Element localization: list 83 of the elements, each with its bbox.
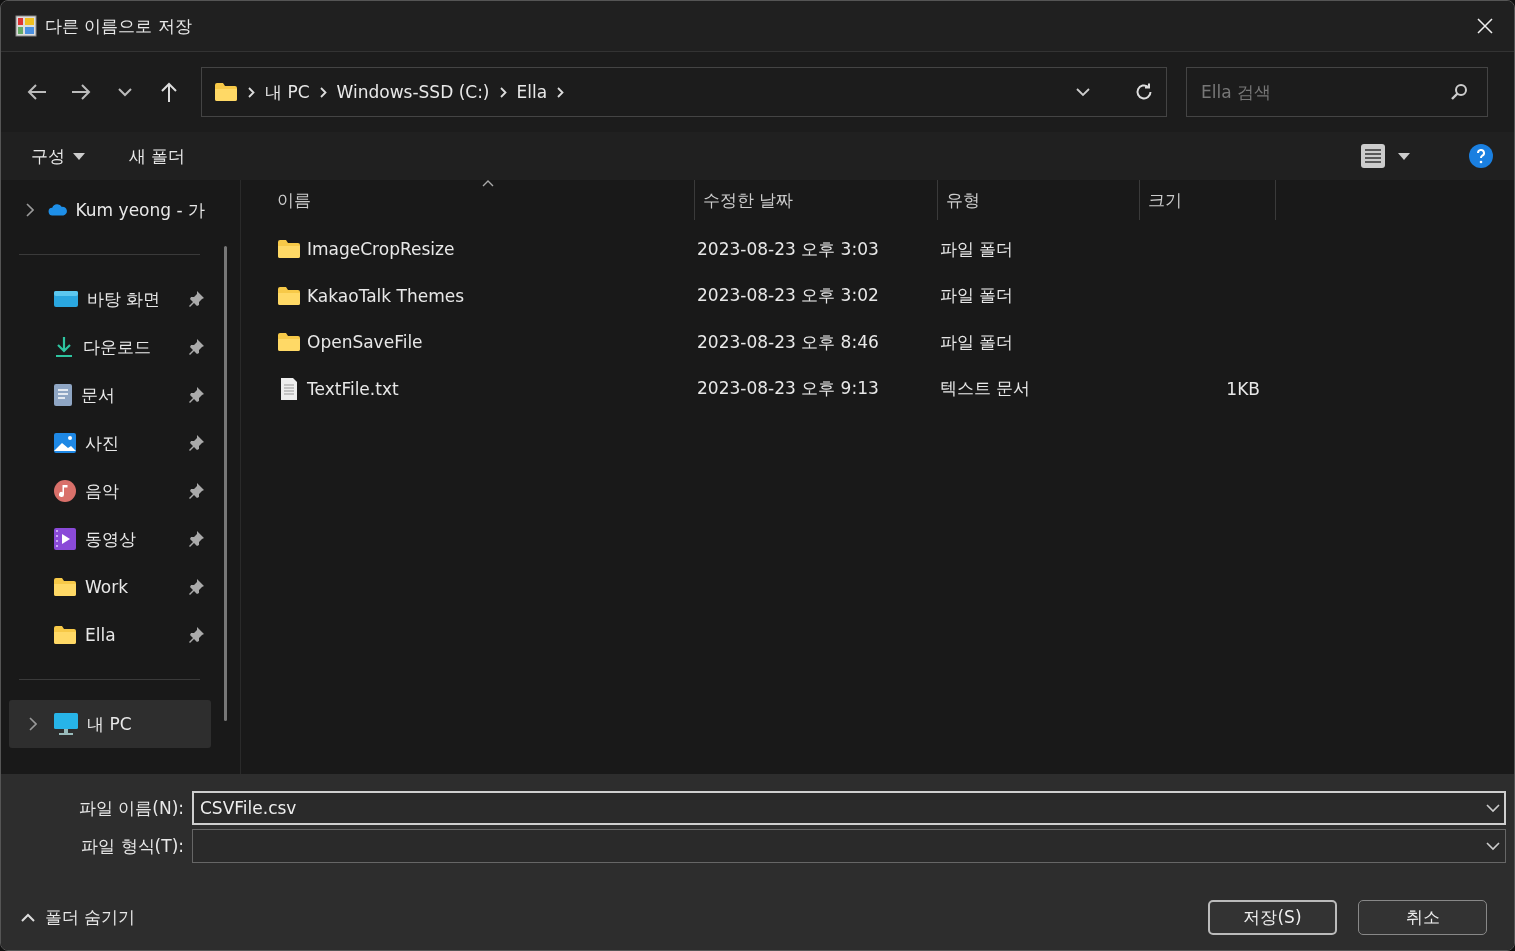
sidebar-item[interactable]: 문서 [9,371,211,419]
folder-icon [53,625,77,645]
file-name: KakaoTalk Themes [307,285,465,306]
file-name: TextFile.txt [307,378,399,399]
save-button[interactable]: 저장(S) [1208,900,1337,935]
table-cell: 파일 폴더 [940,237,1014,261]
column-header[interactable]: 유형 [938,180,1140,220]
table-cell: 텍스트 문서 [940,377,1031,401]
search-icon [1450,83,1468,101]
folder-icon [277,332,301,353]
collapse-icon [21,913,35,922]
table-cell: 1KB [1226,378,1260,399]
table-cell: 파일 폴더 [940,330,1014,354]
caret-icon [73,152,85,160]
video-icon [53,527,77,551]
desktop-icon [53,289,79,309]
folder-icon [53,577,77,597]
dropdown-icon[interactable] [1486,804,1500,813]
music-icon [53,479,77,503]
table-cell: 2023-08-23 오후 3:03 [697,237,879,261]
chevron-icon [557,86,565,98]
new-folder-button[interactable]: 새 폴더 [129,144,186,168]
column-header[interactable]: 이름 [269,180,695,220]
pin-icon[interactable] [187,626,205,644]
table-cell: 2023-08-23 오후 8:46 [697,330,879,354]
pin-icon[interactable] [187,386,205,404]
pin-icon[interactable] [187,482,205,500]
field-label: 파일 이름(N): [77,796,184,820]
pin-icon[interactable] [187,338,205,356]
table-cell: 파일 폴더 [940,284,1014,308]
window-title: 다른 이름으로 저장 [45,14,193,38]
file-name-field[interactable]: CSVFile.csv [192,791,1506,825]
table-cell: 2023-08-23 오후 9:13 [697,377,879,401]
organize-menu[interactable]: 구성 [31,144,85,168]
forward-arrow-icon [70,83,92,101]
address-bar[interactable]: 내 PC Windows-SSD (C:) Ella [201,67,1167,117]
breadcrumb-item[interactable]: Ella [516,82,548,102]
sidebar-item[interactable]: 다운로드 [9,323,211,371]
file-name: OpenSaveFile [307,332,423,353]
chevron-icon [499,86,507,98]
search-field[interactable]: Ella 검색 [1186,67,1488,117]
up-arrow-icon [159,81,179,103]
app-icon [15,15,37,37]
column-header[interactable]: 수정한 날짜 [695,180,938,220]
field-label: 파일 형식(T): [80,834,184,858]
close-icon [1476,17,1494,35]
picture-icon [53,432,77,454]
back-arrow-icon [26,83,48,101]
pin-icon[interactable] [187,290,205,308]
pin-icon[interactable] [187,434,205,452]
column-header[interactable]: 크기 [1140,180,1276,220]
pin-icon[interactable] [187,578,205,596]
chevron-icon [319,86,327,98]
chevron-icon [248,86,255,98]
sidebar-item[interactable]: 내 PC [9,700,211,748]
breadcrumb-item[interactable]: 내 PC [265,80,310,104]
sidebar-item[interactable]: 동영상 [9,515,211,563]
sidebar-item[interactable]: 사진 [9,419,211,467]
expand-icon[interactable] [26,203,35,217]
download-icon [53,335,75,359]
refresh-icon[interactable] [1134,82,1154,102]
folder-icon [214,82,238,102]
sidebar-item[interactable]: Work [9,563,211,611]
folder-icon [277,239,301,260]
cloud-icon [47,202,68,218]
hide-folders-button[interactable]: 폴더 숨기기 [21,906,136,929]
computer-icon [53,712,79,736]
breadcrumb-item[interactable]: Windows-SSD (C:) [336,82,490,102]
folder-icon [277,285,301,306]
table-cell: 2023-08-23 오후 3:02 [697,284,879,308]
expand-icon[interactable] [29,717,37,731]
sidebar-item[interactable]: 음악 [9,467,211,515]
sidebar-item[interactable]: Kum yeong - 가 [9,186,211,234]
dropdown-icon[interactable] [1076,87,1090,97]
help-icon[interactable] [1468,143,1494,169]
pin-icon[interactable] [187,530,205,548]
sidebar-item[interactable]: Ella [9,611,211,659]
dropdown-icon[interactable] [1486,842,1500,851]
chevron-down-icon [118,87,132,97]
cancel-button[interactable]: 취소 [1358,900,1487,935]
file-name: ImageCropResize [307,239,455,260]
document-icon [53,383,73,407]
sidebar-item[interactable]: 바탕 화면 [9,275,211,323]
